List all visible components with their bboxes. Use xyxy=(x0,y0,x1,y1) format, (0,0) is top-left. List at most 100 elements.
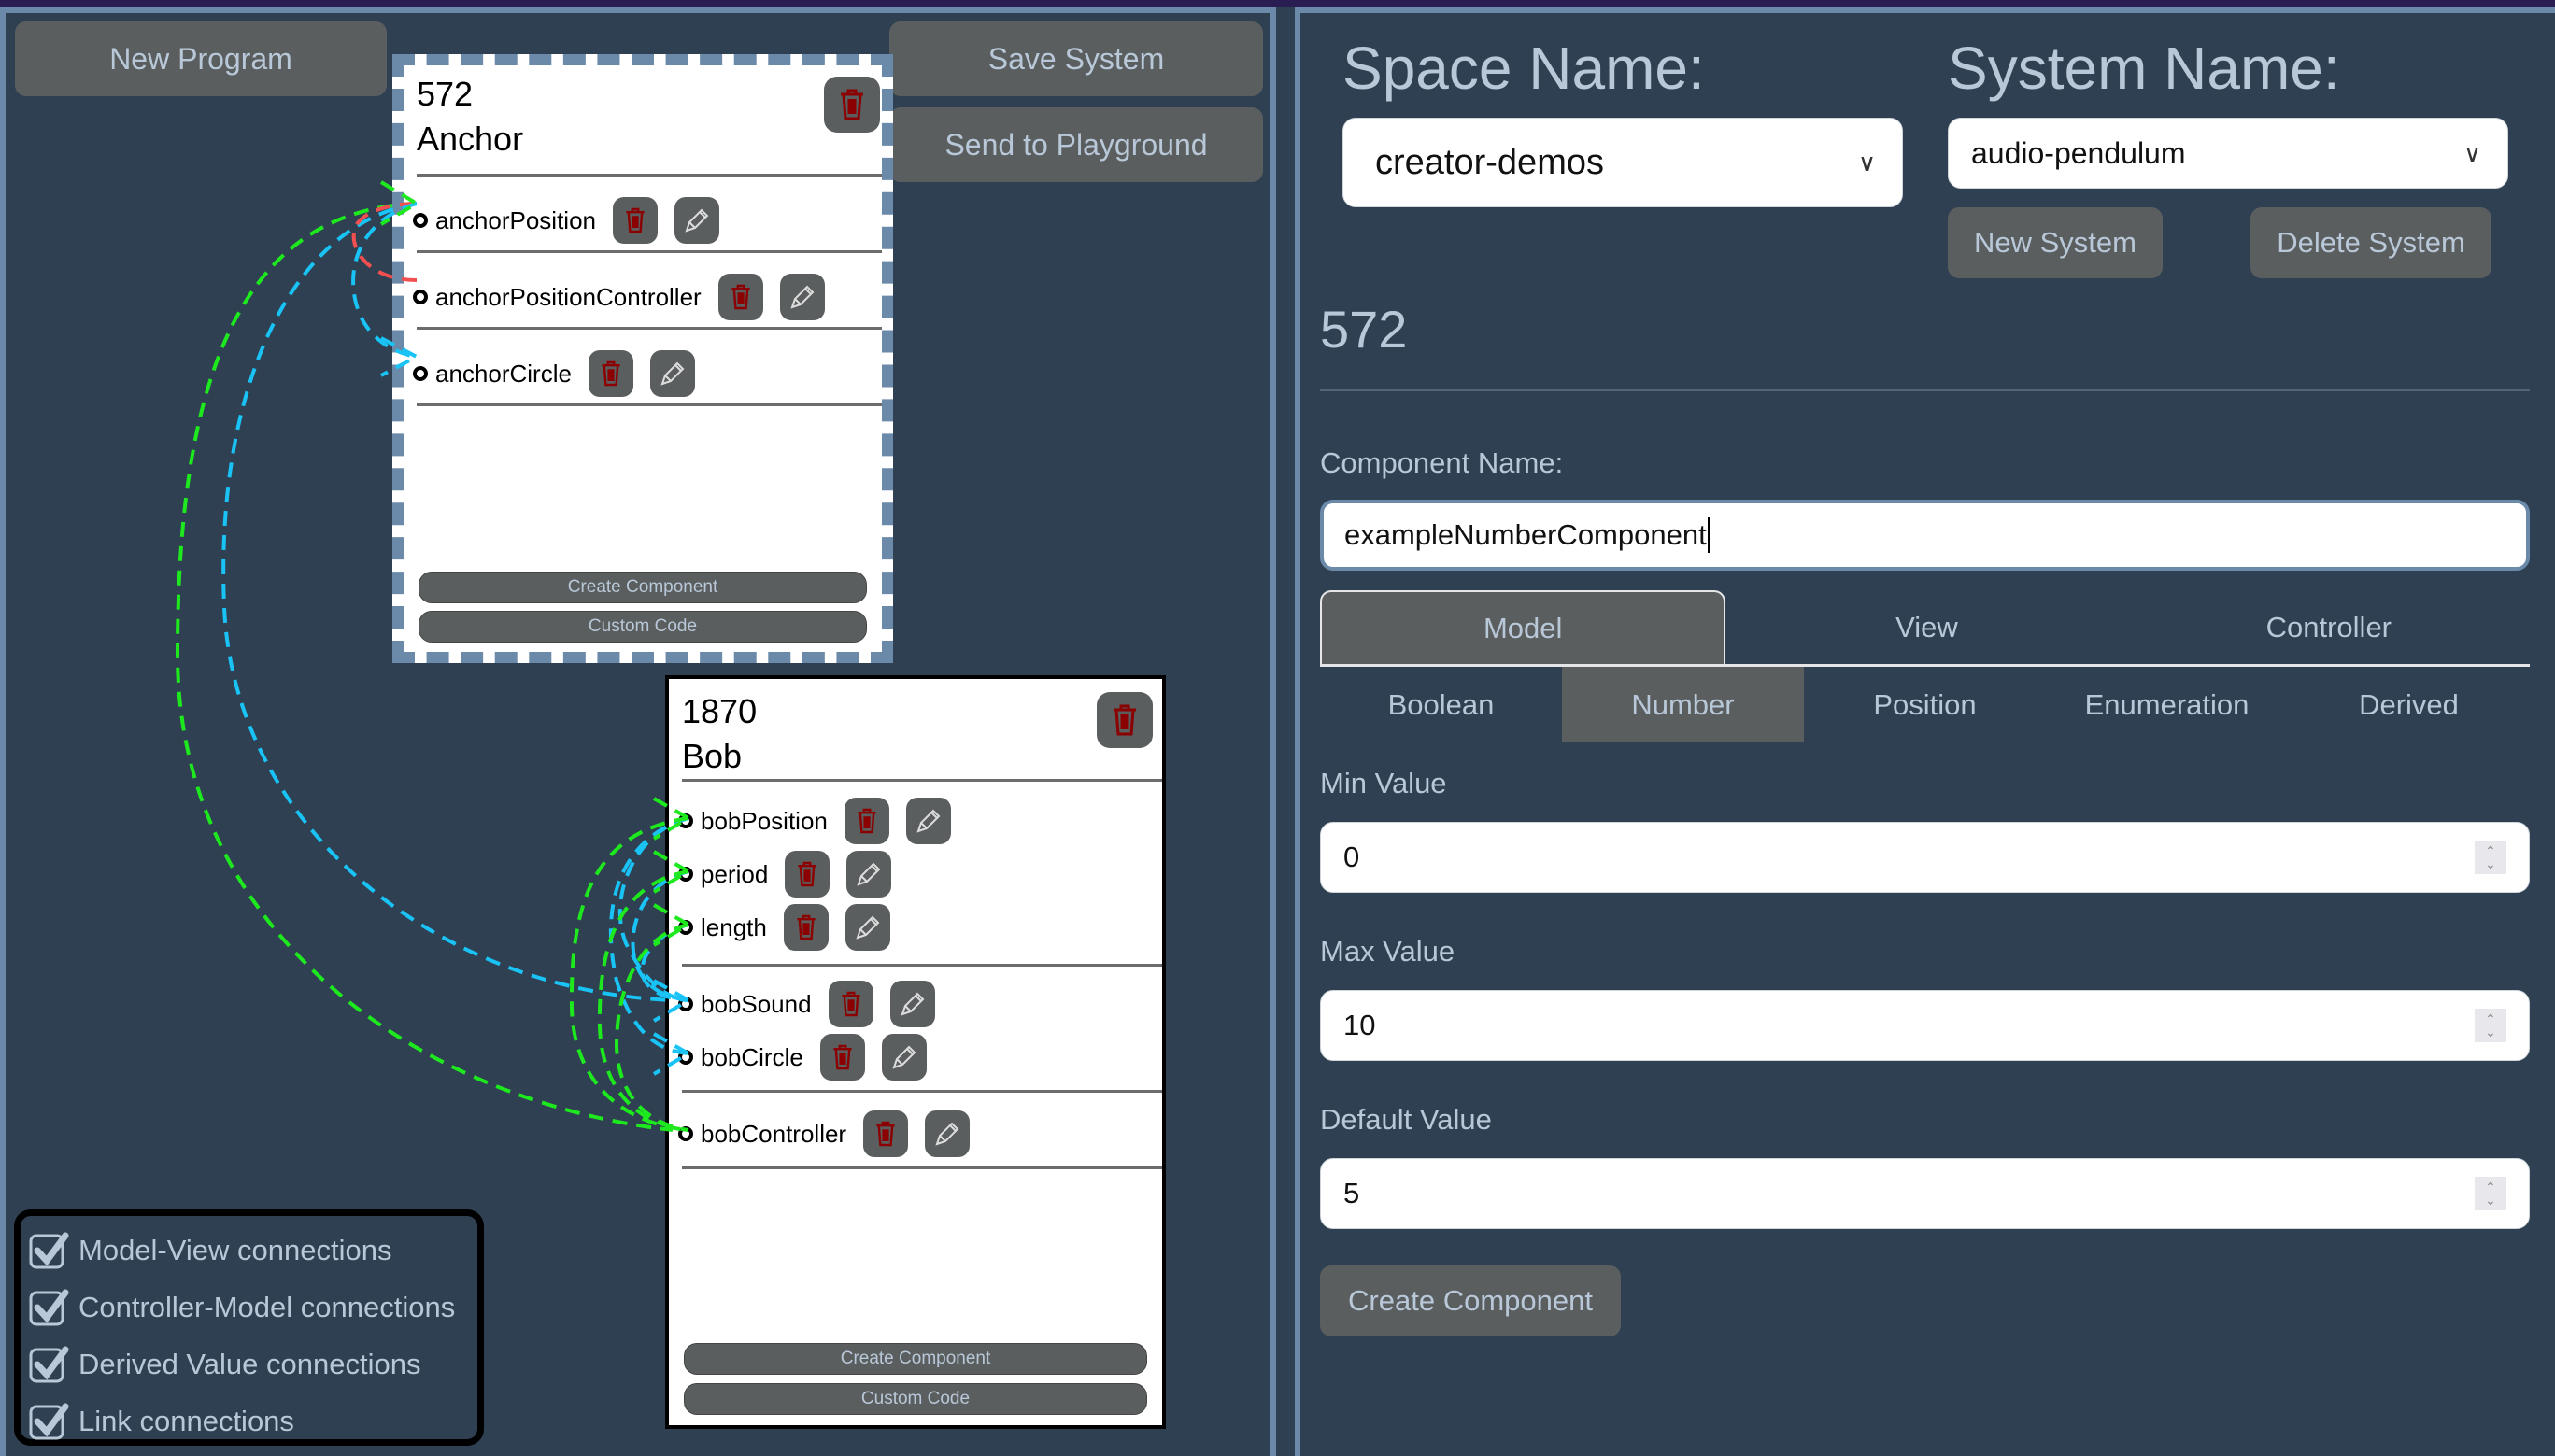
custom-code-button[interactable]: Custom Code xyxy=(419,611,867,643)
checkbox-checked-icon[interactable] xyxy=(28,1401,69,1442)
toggle-model-view[interactable]: Model-View connections xyxy=(28,1222,470,1279)
component-row[interactable]: anchorCircle xyxy=(404,347,712,400)
subtab-position[interactable]: Position xyxy=(1804,667,2046,742)
create-component-submit-button[interactable]: Create Component xyxy=(1320,1265,1621,1336)
delete-program-button[interactable] xyxy=(824,77,880,133)
delete-component-button[interactable] xyxy=(828,981,873,1027)
component-name-input[interactable]: exampleNumberComponent xyxy=(1320,500,2530,571)
toggle-label: Controller-Model connections xyxy=(78,1290,456,1323)
edit-component-button[interactable] xyxy=(905,798,951,844)
subtab-derived[interactable]: Derived xyxy=(2288,667,2530,742)
component-row[interactable]: bobSound xyxy=(669,978,952,1030)
connection-port[interactable] xyxy=(678,813,693,828)
component-row[interactable]: bobController xyxy=(669,1108,987,1160)
tab-model[interactable]: Model xyxy=(1320,590,1726,664)
delete-component-button[interactable] xyxy=(863,1110,909,1157)
component-label: anchorPosition xyxy=(435,205,596,234)
program-card-bob[interactable]: 1870 Bob bobPosition period length bobSo… xyxy=(665,675,1166,1429)
chevron-down-icon[interactable]: ⌄ xyxy=(2485,857,2496,870)
chevron-up-icon[interactable]: ⌃ xyxy=(2485,844,2496,857)
max-value-input[interactable]: 10 ⌃ ⌄ xyxy=(1320,990,2530,1061)
delete-component-button[interactable] xyxy=(785,851,830,898)
number-spinner[interactable]: ⌃ ⌄ xyxy=(2475,1009,2506,1042)
trash-icon xyxy=(731,284,750,310)
create-component-button[interactable]: Create Component xyxy=(684,1343,1147,1375)
pencil-icon xyxy=(856,915,880,940)
save-system-button[interactable]: Save System xyxy=(889,21,1263,96)
trash-icon xyxy=(797,914,816,940)
custom-code-button[interactable]: Custom Code xyxy=(684,1383,1147,1415)
section-divider xyxy=(417,250,882,253)
program-id: 572 xyxy=(417,75,474,113)
pencil-icon xyxy=(892,1045,916,1069)
trash-icon xyxy=(876,1121,895,1147)
chevron-down-icon[interactable]: ⌄ xyxy=(2485,1025,2496,1039)
edit-component-button[interactable] xyxy=(925,1110,971,1157)
connection-port[interactable] xyxy=(413,290,428,304)
min-value-input[interactable]: 0 ⌃ ⌄ xyxy=(1320,822,2530,893)
space-name-select[interactable]: creator-demos ∨ xyxy=(1342,118,1903,207)
chevron-up-icon[interactable]: ⌃ xyxy=(2485,1180,2496,1194)
new-program-button[interactable]: New Program xyxy=(15,21,387,96)
checkbox-checked-icon[interactable] xyxy=(28,1344,69,1385)
subtab-boolean[interactable]: Boolean xyxy=(1320,667,1562,742)
chevron-down-icon[interactable]: ⌄ xyxy=(2485,1194,2496,1207)
space-name-label: Space Name: xyxy=(1342,35,1705,102)
component-row[interactable]: anchorPosition xyxy=(404,194,736,247)
checkbox-checked-icon[interactable] xyxy=(28,1287,69,1328)
toggle-link[interactable]: Link connections xyxy=(28,1392,470,1449)
create-component-button[interactable]: Create Component xyxy=(419,572,867,603)
delete-component-button[interactable] xyxy=(588,350,633,397)
edit-component-button[interactable] xyxy=(779,274,825,320)
toggle-derived-value[interactable]: Derived Value connections xyxy=(28,1336,470,1392)
component-row[interactable]: length xyxy=(669,901,907,954)
connection-port[interactable] xyxy=(678,920,693,935)
delete-system-button[interactable]: Delete System xyxy=(2250,207,2491,278)
number-spinner[interactable]: ⌃ ⌄ xyxy=(2475,1177,2506,1210)
default-value-input[interactable]: 5 ⌃ ⌄ xyxy=(1320,1158,2530,1229)
connection-port[interactable] xyxy=(678,867,693,882)
component-row[interactable]: anchorPositionController xyxy=(404,271,842,323)
delete-component-button[interactable] xyxy=(783,904,829,951)
edit-component-button[interactable] xyxy=(846,851,892,898)
connection-port[interactable] xyxy=(413,366,428,381)
delete-program-button[interactable] xyxy=(1097,692,1153,748)
edit-component-button[interactable] xyxy=(881,1034,927,1081)
delete-component-button[interactable] xyxy=(819,1034,865,1081)
send-to-playground-button[interactable]: Send to Playground xyxy=(889,107,1263,182)
toggle-controller-model[interactable]: Controller-Model connections xyxy=(28,1279,470,1336)
connection-toggles: Model-View connections Controller-Model … xyxy=(14,1209,484,1446)
program-name: Bob xyxy=(682,737,743,775)
edit-component-button[interactable] xyxy=(889,981,935,1027)
pencil-icon xyxy=(935,1122,959,1146)
component-row[interactable]: bobPosition xyxy=(669,795,968,847)
toggle-label: Derived Value connections xyxy=(78,1347,421,1380)
component-row[interactable]: period xyxy=(669,848,908,900)
edit-component-button[interactable] xyxy=(845,904,890,951)
trash-icon xyxy=(798,861,816,887)
component-row[interactable]: bobCircle xyxy=(669,1031,944,1083)
checkbox-checked-icon[interactable] xyxy=(28,1230,69,1271)
program-card-anchor[interactable]: 572 Anchor anchorPosition anchorPosition… xyxy=(392,54,893,663)
subtab-enumeration[interactable]: Enumeration xyxy=(2046,667,2288,742)
tab-view[interactable]: View xyxy=(1725,590,2127,664)
connection-port[interactable] xyxy=(678,1050,693,1065)
delete-component-button[interactable] xyxy=(844,798,889,844)
section-divider xyxy=(417,174,882,177)
delete-component-button[interactable] xyxy=(717,274,763,320)
subtab-number[interactable]: Number xyxy=(1562,667,1804,742)
new-system-button[interactable]: New System xyxy=(1948,207,2163,278)
edit-component-button[interactable] xyxy=(674,197,719,244)
number-spinner[interactable]: ⌃ ⌄ xyxy=(2475,841,2506,874)
system-name-select[interactable]: audio-pendulum ∨ xyxy=(1948,118,2508,189)
component-label: bobSound xyxy=(701,989,812,1018)
connection-port[interactable] xyxy=(678,997,693,1011)
tab-controller[interactable]: Controller xyxy=(2128,590,2530,664)
edit-component-button[interactable] xyxy=(649,350,695,397)
connection-port[interactable] xyxy=(678,1126,693,1141)
toggle-label: Link connections xyxy=(78,1404,294,1437)
connection-port[interactable] xyxy=(413,213,428,228)
delete-component-button[interactable] xyxy=(613,197,658,244)
chevron-up-icon[interactable]: ⌃ xyxy=(2485,1012,2496,1025)
trash-icon xyxy=(602,360,620,387)
